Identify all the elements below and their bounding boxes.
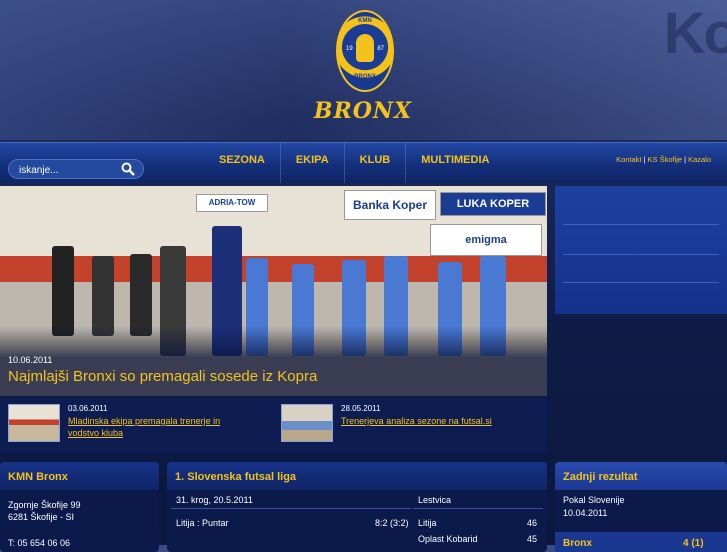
emblem-bottom-text: BRONX [354, 74, 376, 80]
news-list: 03.06.2011 Mladinska ekipa premagala tre… [0, 398, 547, 454]
standings-team[interactable]: Oplast Kobarid [418, 534, 478, 544]
emblem-year-left: 19 [346, 46, 353, 52]
last-result-title: Zadnji rezultat [555, 462, 727, 490]
divider [413, 508, 543, 509]
club-emblem: KMN 19 87 BRONX [336, 10, 394, 92]
standings-points: 46 [527, 518, 538, 528]
club-address-line1: Zgornje Škofije 99 [8, 500, 81, 510]
player-figure [92, 256, 114, 336]
sponsor-sign-adria: ADRIA-TOW [196, 194, 268, 212]
player-figure [52, 246, 74, 336]
last-result-score: 4 (1) [683, 538, 704, 549]
standings-points: 45 [527, 534, 538, 544]
sidebar-box [555, 186, 727, 314]
hero-caption-overlay [0, 326, 547, 396]
divider [563, 282, 719, 283]
club-info-title: KMN Bronx [0, 462, 159, 490]
main-menu: SEZONA EKIPA KLUB MULTIMEDIA [204, 143, 504, 183]
hero-photo-stripe [0, 256, 547, 282]
news-thumbnail[interactable] [281, 404, 333, 442]
nav-item-sezona[interactable]: SEZONA [204, 143, 281, 183]
search-input[interactable] [17, 161, 121, 179]
brand-wordmark: BRONX [313, 98, 413, 124]
news-title-link[interactable]: Trenerjeva analiza sezone na futsal.si [341, 415, 521, 427]
club-address-line2: 6281 Škofije - SI [8, 512, 75, 522]
utility-links: Kontakt | KS Škofije | Kazalo [616, 155, 711, 164]
news-item: 03.06.2011 Mladinska ekipa premagala tre… [8, 404, 268, 448]
news-title-link[interactable]: Mladinska ekipa premagala trenerje in vo… [68, 415, 248, 439]
main-navigation-bar: SEZONA EKIPA KLUB MULTIMEDIA Kontakt|KS … [0, 142, 727, 183]
player-figure [130, 254, 152, 336]
divider [563, 254, 719, 255]
hero-title[interactable]: Najmlajši Bronxi so premagali sosede iz … [8, 368, 317, 385]
news-thumbnail[interactable] [8, 404, 60, 442]
last-result-competition: Pokal Slovenije [563, 495, 625, 505]
divider [171, 508, 411, 509]
nav-item-ekipa[interactable]: EKIPA [281, 143, 345, 183]
club-info-panel: KMN Bronx Zgornje Škofije 99 6281 Škofij… [0, 462, 159, 552]
sponsor-sign-luka-koper: LUKA KOPER [440, 192, 546, 216]
news-date: 03.06.2011 [68, 404, 108, 413]
club-phone: T: 05 654 06 06 [8, 538, 71, 548]
league-panel: 1. Slovenska futsal liga 31. krog, 20.5.… [167, 462, 547, 552]
league-title: 1. Slovenska futsal liga [167, 462, 547, 490]
emblem-figure [356, 34, 374, 62]
featured-story[interactable]: ADRIA-TOW Banka Koper LUKA KOPER emigma … [0, 186, 547, 396]
last-result-date: 10.04.2011 [563, 508, 608, 518]
league-table-title: Lestvica [418, 495, 452, 505]
match-teams[interactable]: Litija : Puntar [176, 518, 229, 528]
match-score: 8:2 (3:2) [375, 518, 409, 528]
emblem-top-text: KMN [358, 18, 372, 24]
news-item: 28.05.2011 Trenerjeva analiza sezone na … [281, 404, 541, 448]
last-result-panel: Zadnji rezultat Pokal Slovenije 10.04.20… [555, 462, 727, 552]
nav-item-klub[interactable]: KLUB [345, 143, 407, 183]
emblem-year-right: 87 [377, 46, 384, 52]
club-logo[interactable]: KMN 19 87 BRONX BRONX [314, 10, 432, 130]
sponsor-sign-banka-koper: Banka Koper [344, 190, 436, 220]
link-kontakt[interactable]: Kontakt [616, 155, 641, 164]
header-background-lettering: Ko [663, 1, 727, 66]
news-date: 28.05.2011 [341, 404, 381, 413]
league-round: 31. krog, 20.5.2011 [176, 495, 253, 505]
sponsor-sign-emigma: emigma [430, 224, 542, 256]
standings-team[interactable]: Litija [418, 518, 437, 528]
search-box [8, 159, 144, 179]
search-icon[interactable] [121, 162, 135, 176]
link-ks-skofije[interactable]: KS Škofije [648, 155, 683, 164]
nav-item-multimedia[interactable]: MULTIMEDIA [406, 143, 504, 183]
hero-date: 10.06.2011 [8, 355, 53, 365]
divider [563, 224, 719, 225]
last-result-team[interactable]: Bronx [563, 538, 592, 549]
link-kazalo[interactable]: Kazalo [688, 155, 711, 164]
